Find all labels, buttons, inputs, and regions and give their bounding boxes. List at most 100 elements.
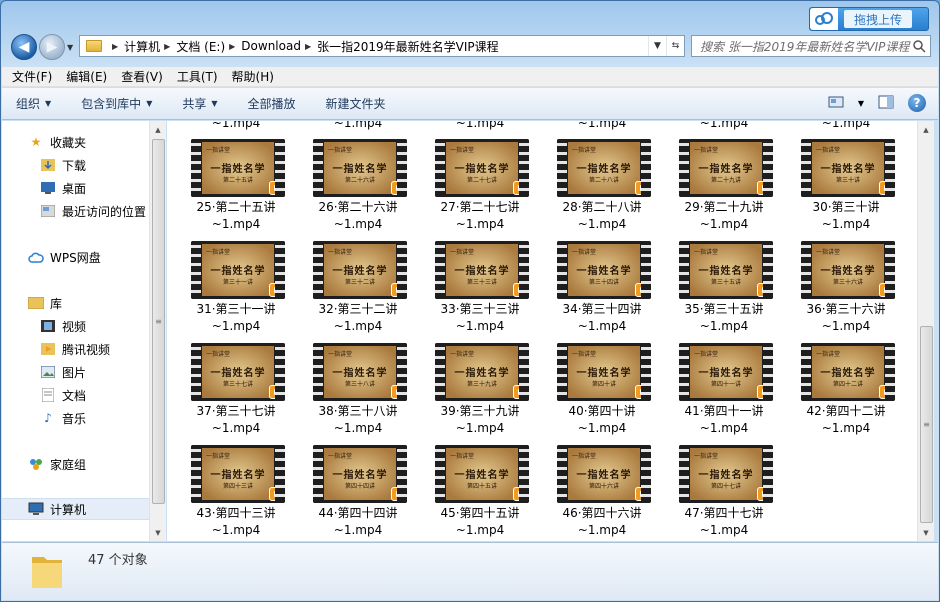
video-thumbnail[interactable]: 一指讲堂 一指姓名学 第四十七讲 [679, 445, 773, 503]
menu-view[interactable]: 查看(V) [121, 68, 163, 85]
file-name[interactable]: 29·第二十九讲 ~1.mp4 [665, 199, 783, 233]
video-thumbnail[interactable]: 一指讲堂 一指姓名学 第四十一讲 [679, 343, 773, 401]
nav-scrollbar[interactable]: ▲ ≡ ▼ [149, 121, 166, 541]
file-tile[interactable]: 一指讲堂 一指姓名学 第四十一讲 41·第四十一讲 ~1.mp4 [665, 343, 783, 441]
file-name[interactable]: 43·第四十三讲 ~1.mp4 [177, 505, 295, 539]
video-thumbnail[interactable]: 一指讲堂 一指姓名学 第四十二讲 [801, 343, 895, 401]
file-name[interactable]: 27·第二十七讲 ~1.mp4 [421, 199, 539, 233]
menu-help[interactable]: 帮助(H) [232, 68, 274, 85]
content-scroll-thumb[interactable]: ≡ [920, 326, 933, 523]
include-in-library-button[interactable]: 包含到库中 ▼ [81, 95, 152, 112]
video-thumbnail[interactable]: 一指讲堂 一指姓名学 第二十六讲 [313, 139, 407, 197]
new-folder-button[interactable]: 新建文件夹 [326, 95, 386, 112]
scroll-down-icon[interactable]: ▼ [150, 524, 166, 541]
address-dropdown-icon[interactable]: ▼ [648, 36, 666, 56]
file-tile[interactable]: 一指讲堂 一指姓名学 第三十讲 30·第三十讲 ~1.mp4 [787, 139, 905, 237]
forward-button[interactable]: ▶ [39, 34, 65, 60]
video-thumbnail[interactable]: 一指讲堂 一指姓名学 第四十三讲 [191, 445, 285, 503]
video-thumbnail[interactable]: 一指讲堂 一指姓名学 第二十八讲 [557, 139, 651, 197]
video-thumbnail[interactable]: 一指讲堂 一指姓名学 第三十九讲 [435, 343, 529, 401]
scroll-down-icon[interactable]: ▼ [918, 524, 934, 541]
file-name[interactable]: 41·第四十一讲 ~1.mp4 [665, 403, 783, 437]
video-thumbnail[interactable]: 一指讲堂 一指姓名学 第三十三讲 [435, 241, 529, 299]
back-button[interactable]: ◀ [11, 34, 37, 60]
file-tile[interactable]: 一指讲堂 一指姓名学 第三十三讲 33·第三十三讲 ~1.mp4 [421, 241, 539, 339]
file-name[interactable]: 31·第三十一讲 ~1.mp4 [177, 301, 295, 335]
nav-scroll-thumb[interactable]: ≡ [152, 139, 165, 504]
file-name[interactable]: 42·第四十二讲 ~1.mp4 [787, 403, 905, 437]
nav-favorites[interactable]: ★ 收藏夹 [2, 131, 149, 153]
file-name[interactable]: 40·第四十讲 ~1.mp4 [543, 403, 661, 437]
file-name[interactable]: 26·第二十六讲 ~1.mp4 [299, 199, 417, 233]
video-thumbnail[interactable]: 一指讲堂 一指姓名学 第三十八讲 [313, 343, 407, 401]
file-name[interactable]: 28·第二十八讲 ~1.mp4 [543, 199, 661, 233]
video-thumbnail[interactable]: 一指讲堂 一指姓名学 第二十九讲 [679, 139, 773, 197]
file-tile[interactable]: 一指讲堂 一指姓名学 第四十七讲 47·第四十七讲 ~1.mp4 [665, 445, 783, 541]
breadcrumb-download[interactable]: Download ▶ [241, 39, 317, 53]
file-name[interactable]: 30·第三十讲 ~1.mp4 [787, 199, 905, 233]
file-tile[interactable]: 一指讲堂 一指姓名学 第三十七讲 37·第三十七讲 ~1.mp4 [177, 343, 295, 441]
partial-filename[interactable]: ~1.mp4 [421, 121, 539, 130]
partial-filename[interactable]: ~1.mp4 [177, 121, 295, 130]
file-name[interactable]: 37·第三十七讲 ~1.mp4 [177, 403, 295, 437]
recent-pages-dropdown[interactable]: ▼ [67, 43, 73, 52]
menu-tools[interactable]: 工具(T) [177, 68, 218, 85]
partial-filename[interactable]: ~1.mp4 [299, 121, 417, 130]
address-bar[interactable]: ▶ 计算机 ▶ 文档 (E:) ▶ Download ▶ 张一指2019年最新姓名学V… [79, 35, 685, 57]
file-tile[interactable]: 一指讲堂 一指姓名学 第四十二讲 42·第四十二讲 ~1.mp4 [787, 343, 905, 441]
breadcrumb-computer[interactable]: 计算机 ▶ [124, 38, 176, 55]
partial-filename[interactable]: ~1.mp4 [787, 121, 905, 130]
help-icon[interactable]: ? [908, 94, 926, 112]
file-tile[interactable]: 一指讲堂 一指姓名学 第三十一讲 31·第三十一讲 ~1.mp4 [177, 241, 295, 339]
file-tile[interactable]: 一指讲堂 一指姓名学 第二十六讲 26·第二十六讲 ~1.mp4 [299, 139, 417, 237]
video-thumbnail[interactable]: 一指讲堂 一指姓名学 第二十五讲 [191, 139, 285, 197]
nav-computer[interactable]: 计算机 [2, 498, 149, 520]
file-tile[interactable]: 一指讲堂 一指姓名学 第三十八讲 38·第三十八讲 ~1.mp4 [299, 343, 417, 441]
share-button[interactable]: 共享 ▼ [182, 95, 217, 112]
file-tile[interactable]: 一指讲堂 一指姓名学 第四十三讲 43·第四十三讲 ~1.mp4 [177, 445, 295, 541]
file-name[interactable]: 33·第三十三讲 ~1.mp4 [421, 301, 539, 335]
view-dropdown-icon[interactable]: ▼ [858, 99, 864, 108]
video-thumbnail[interactable]: 一指讲堂 一指姓名学 第三十二讲 [313, 241, 407, 299]
video-thumbnail[interactable]: 一指讲堂 一指姓名学 第四十六讲 [557, 445, 651, 503]
file-name[interactable]: 35·第三十五讲 ~1.mp4 [665, 301, 783, 335]
view-options-icon[interactable] [828, 96, 844, 111]
file-tile[interactable]: 一指讲堂 一指姓名学 第三十二讲 32·第三十二讲 ~1.mp4 [299, 241, 417, 339]
video-thumbnail[interactable]: 一指讲堂 一指姓名学 第三十七讲 [191, 343, 285, 401]
video-thumbnail[interactable]: 一指讲堂 一指姓名学 第三十六讲 [801, 241, 895, 299]
file-tile[interactable]: 一指讲堂 一指姓名学 第二十七讲 27·第二十七讲 ~1.mp4 [421, 139, 539, 237]
file-tile[interactable]: 一指讲堂 一指姓名学 第四十讲 40·第四十讲 ~1.mp4 [543, 343, 661, 441]
refresh-icon[interactable]: ⇆ [666, 36, 684, 56]
nav-music[interactable]: ♪ 音乐 [2, 407, 149, 429]
file-name[interactable]: 25·第二十五讲 ~1.mp4 [177, 199, 295, 233]
partial-filename[interactable]: ~1.mp4 [665, 121, 783, 130]
upload-button[interactable]: 拖拽上传 [809, 7, 929, 31]
nav-pictures[interactable]: 图片 [2, 361, 149, 383]
nav-documents[interactable]: 文档 [2, 384, 149, 406]
nav-downloads[interactable]: 下载 [2, 154, 149, 176]
file-tile[interactable]: 一指讲堂 一指姓名学 第二十八讲 28·第二十八讲 ~1.mp4 [543, 139, 661, 237]
video-thumbnail[interactable]: 一指讲堂 一指姓名学 第二十七讲 [435, 139, 529, 197]
file-tile[interactable]: 一指讲堂 一指姓名学 第三十四讲 34·第三十四讲 ~1.mp4 [543, 241, 661, 339]
file-tile[interactable]: 一指讲堂 一指姓名学 第二十九讲 29·第二十九讲 ~1.mp4 [665, 139, 783, 237]
organize-button[interactable]: 组织 ▼ [16, 95, 51, 112]
nav-recent-places[interactable]: 最近访问的位置 [2, 200, 149, 222]
video-thumbnail[interactable]: 一指讲堂 一指姓名学 第三十一讲 [191, 241, 285, 299]
video-thumbnail[interactable]: 一指讲堂 一指姓名学 第四十五讲 [435, 445, 529, 503]
file-name[interactable]: 47·第四十七讲 ~1.mp4 [665, 505, 783, 539]
file-tile[interactable]: 一指讲堂 一指姓名学 第四十六讲 46·第四十六讲 ~1.mp4 [543, 445, 661, 541]
scroll-up-icon[interactable]: ▲ [918, 121, 934, 138]
file-name[interactable]: 45·第四十五讲 ~1.mp4 [421, 505, 539, 539]
file-name[interactable]: 46·第四十六讲 ~1.mp4 [543, 505, 661, 539]
play-all-button[interactable]: 全部播放 [248, 95, 296, 112]
nav-wps-cloud[interactable]: WPS网盘 [2, 246, 149, 268]
file-tile[interactable]: 一指讲堂 一指姓名学 第三十五讲 35·第三十五讲 ~1.mp4 [665, 241, 783, 339]
breadcrumb-drive-e[interactable]: 文档 (E:) ▶ [176, 38, 241, 55]
partial-filename[interactable]: ~1.mp4 [543, 121, 661, 130]
file-name[interactable]: 32·第三十二讲 ~1.mp4 [299, 301, 417, 335]
video-thumbnail[interactable]: 一指讲堂 一指姓名学 第三十四讲 [557, 241, 651, 299]
file-tile[interactable]: 一指讲堂 一指姓名学 第二十五讲 25·第二十五讲 ~1.mp4 [177, 139, 295, 237]
video-thumbnail[interactable]: 一指讲堂 一指姓名学 第三十五讲 [679, 241, 773, 299]
search-input[interactable]: 搜索 张一指2019年最新姓名学VIP课程 [691, 35, 931, 57]
preview-pane-icon[interactable] [878, 95, 894, 112]
